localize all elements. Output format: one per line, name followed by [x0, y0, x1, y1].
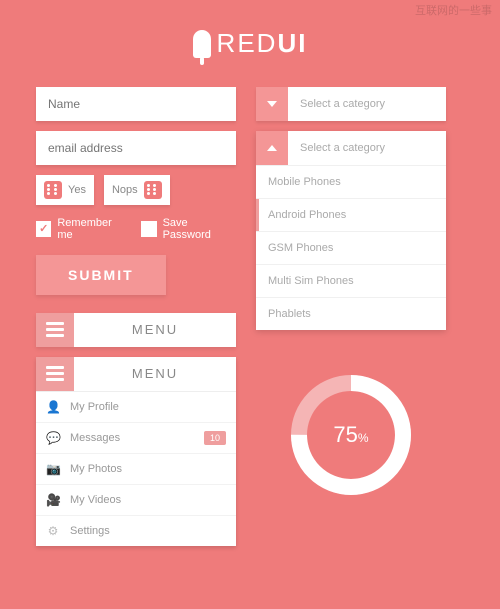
watermark-text: 互联网的一些事: [415, 2, 492, 18]
yes-button[interactable]: Yes: [36, 175, 94, 205]
dropdown-option[interactable]: GSM Phones: [256, 231, 446, 264]
gear-icon: ⚙: [46, 524, 60, 538]
menu-item-messages[interactable]: 💬 Messages 10: [36, 422, 236, 453]
hamburger-icon: [36, 313, 74, 347]
logo: REDUI: [193, 28, 308, 59]
video-icon: 🎥: [46, 493, 60, 507]
dropdown-option[interactable]: Phablets: [256, 297, 446, 330]
select-header[interactable]: Select a category: [256, 131, 446, 165]
remember-label: Remember me: [57, 217, 127, 241]
remember-checkbox[interactable]: ✓ Remember me: [36, 217, 127, 241]
no-label: Nops: [112, 184, 138, 196]
badge: 10: [204, 431, 226, 445]
submit-button[interactable]: SUBMIT: [36, 255, 166, 295]
menu-item-label: My Videos: [70, 494, 226, 506]
menu-item-photos[interactable]: 📷 My Photos: [36, 453, 236, 484]
user-icon: 👤: [46, 400, 60, 414]
dropdown-option[interactable]: Android Phones: [256, 198, 446, 231]
progress-ring: 75%: [286, 370, 416, 500]
dropdown-option[interactable]: Multi Sim Phones: [256, 264, 446, 297]
select-placeholder: Select a category: [288, 131, 446, 165]
menu-item-label: My Photos: [70, 463, 226, 475]
menu-expanded: MENU 👤 My Profile 💬 Messages 10 📷 My Pho…: [36, 357, 236, 546]
name-input[interactable]: [36, 87, 236, 121]
select-expanded: Select a category Mobile Phones Android …: [256, 131, 446, 330]
logo-text: REDUI: [217, 28, 308, 59]
select-placeholder: Select a category: [288, 87, 446, 121]
menu-label: MENU: [74, 357, 236, 391]
progress-value: 75%: [333, 422, 368, 448]
menu-item-label: Settings: [70, 525, 226, 537]
checkbox-unchecked-icon: [141, 221, 156, 237]
menu-item-profile[interactable]: 👤 My Profile: [36, 392, 236, 422]
yes-label: Yes: [68, 184, 86, 196]
dice-icon: [44, 181, 62, 199]
menu-item-label: My Profile: [70, 401, 226, 413]
no-button[interactable]: Nops: [104, 175, 170, 205]
email-input[interactable]: [36, 131, 236, 165]
dropdown-option[interactable]: Mobile Phones: [256, 165, 446, 198]
menu-item-videos[interactable]: 🎥 My Videos: [36, 484, 236, 515]
menu-label: MENU: [74, 313, 236, 347]
hamburger-icon: [36, 357, 74, 391]
save-password-label: Save Password: [163, 217, 236, 241]
select-collapsed[interactable]: Select a category: [256, 87, 446, 121]
menu-collapsed[interactable]: MENU: [36, 313, 236, 347]
menu-list: 👤 My Profile 💬 Messages 10 📷 My Photos 🎥…: [36, 392, 236, 546]
camera-icon: 📷: [46, 462, 60, 476]
chat-icon: 💬: [46, 431, 60, 445]
dropdown-list: Mobile Phones Android Phones GSM Phones …: [256, 165, 446, 330]
save-password-checkbox[interactable]: Save Password: [141, 217, 236, 241]
checkbox-checked-icon: ✓: [36, 221, 51, 237]
chevron-down-icon: [256, 87, 288, 121]
menu-item-label: Messages: [70, 432, 194, 444]
menu-item-settings[interactable]: ⚙ Settings: [36, 515, 236, 546]
dice-icon: [144, 181, 162, 199]
menu-header[interactable]: MENU: [36, 357, 236, 392]
chevron-up-icon: [256, 131, 288, 165]
popsicle-icon: [193, 30, 211, 58]
